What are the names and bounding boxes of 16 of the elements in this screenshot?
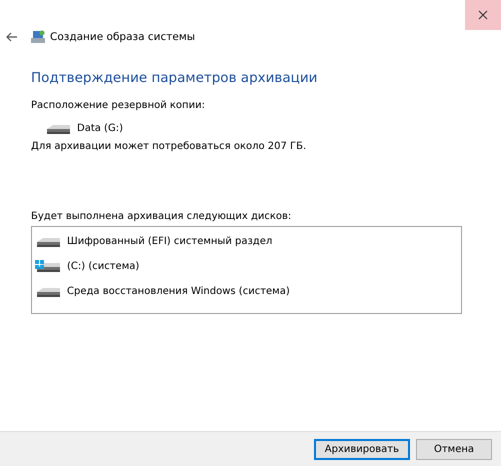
- back-arrow-icon[interactable]: [6, 32, 18, 42]
- dialog-button[interactable]: Отмена: [416, 438, 492, 460]
- close-button[interactable]: [465, 0, 501, 30]
- close-icon: [478, 10, 488, 20]
- disk-name: Шифрованный (EFI) системный раздел: [67, 236, 272, 247]
- location-label: Расположение резервной копии:: [31, 100, 206, 111]
- disk-name: Среда восстановления Windows (система): [67, 286, 290, 297]
- system-drive-icon: [35, 260, 61, 274]
- dialog-button[interactable]: Архивировать: [314, 438, 410, 460]
- space-note: Для архивации может потребоваться около 207 ГБ.: [31, 141, 308, 152]
- backup-icon: [30, 29, 46, 45]
- disks-label: Будет выполнена архивация следующих дисков:: [31, 211, 292, 222]
- page-heading: Подтверждение параметров архивации: [31, 70, 318, 86]
- window-title: Создание образа системы: [50, 31, 196, 43]
- drive-name: Data (G:): [77, 123, 123, 134]
- disk-name: (C:) (система): [67, 261, 140, 272]
